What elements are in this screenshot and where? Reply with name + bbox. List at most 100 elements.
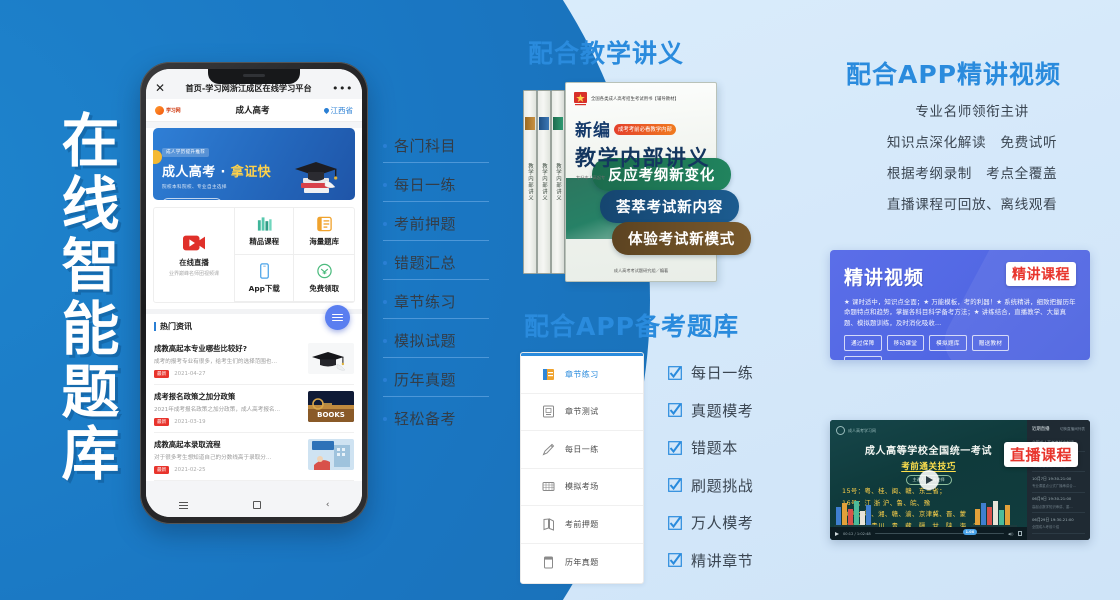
back-chevron-icon[interactable]: ‹ <box>326 500 330 510</box>
promo-graphic-root: 在线智能题库 ✕ 首页-学习网浙江成区在线学习平台 ••• 学习网 成人高考 江… <box>0 0 1120 600</box>
sidebar-switch[interactable]: 切换直播间列表 <box>1060 427 1085 432</box>
close-icon[interactable]: ✕ <box>155 82 165 94</box>
promo-course-card[interactable]: 精讲视频 精讲课程 ★ 课时适中，知识点全面；★ 万能模板，考的利器！★ 系统精… <box>830 250 1090 360</box>
book-pill-label: 荟萃考试新内容 <box>600 190 740 223</box>
bullet-dot-icon <box>383 182 387 187</box>
feature-label: 模拟试题 <box>394 332 457 350</box>
book-pill-label: 体验考试新模式 <box>612 222 752 255</box>
live-logo: 成人高考学习网 <box>836 426 876 435</box>
open-book-icon <box>543 517 554 531</box>
checkmark-icon <box>668 440 682 455</box>
logo-text: 成人高考学习网 <box>848 427 876 433</box>
schedule-row[interactable]: 10月7日 19:30-21:00 专业课重点公式广播串讲合… <box>1032 472 1085 493</box>
grid-item-qbank[interactable]: 海量题库 <box>294 208 354 255</box>
hot-news-title: 热门资讯 <box>160 322 192 331</box>
video-line: 根据考纲录制 考点全覆盖 <box>886 166 1058 182</box>
grid-item-live[interactable]: 在线直播 业界巅峰名师团视频课 <box>154 208 235 302</box>
menu-item-label: 模拟考场 <box>565 482 599 492</box>
feature-item: 轻松备考 <box>383 408 489 435</box>
news-date: 2021-03-19 <box>174 419 206 425</box>
list-item[interactable]: 成教高起本专业哪些比较好? 成考的报考专业有很多，给考生们的选择范围也… 最新 … <box>154 337 354 385</box>
cover-main-title: 教学内部讲义 <box>575 146 710 170</box>
grid-item-free[interactable]: 免费领取 <box>294 255 354 302</box>
quick-actions-grid: 在线直播 业界巅峰名师团视频课 精品课程 海量题库 App下载 免费领取 <box>153 207 355 303</box>
home-square-icon[interactable] <box>252 501 261 509</box>
checkmark-icon <box>668 553 682 568</box>
floating-menu-button[interactable] <box>325 305 350 330</box>
bullet-dot-icon <box>383 338 387 343</box>
document-icon <box>544 556 553 569</box>
svg-text:BOOKS: BOOKS <box>317 411 345 419</box>
chip[interactable]: 名师督学 <box>844 355 882 360</box>
live-video-player[interactable]: 成人高考学习网 成人高等学校全国统一考试 考前通关技巧 主讲人：教务老师 15号… <box>830 420 1027 540</box>
phone-mockup: ✕ 首页-学习网浙江成区在线学习平台 ••• 学习网 成人高考 江西省 成人学历… <box>140 62 368 524</box>
check-label: 万人模考 <box>691 514 754 533</box>
news-thumbnail <box>308 439 354 470</box>
check-label: 刷题挑战 <box>691 476 754 495</box>
appbar-title: 成人高考 <box>235 106 270 116</box>
volume-icon[interactable]: ◀)) <box>1008 532 1014 536</box>
fullscreen-icon[interactable] <box>1017 531 1022 536</box>
location-pin-icon <box>323 106 331 114</box>
news-title: 成教高起本专业哪些比较好? <box>154 344 247 353</box>
menu-item-mock-exam[interactable]: 模拟考场 <box>521 469 643 506</box>
news-title: 成教高起本录取流程 <box>154 440 221 449</box>
check-item: 错题本 <box>668 429 800 467</box>
news-desc: 成考的报考专业有很多，给考生们的选择范围也… <box>154 359 278 365</box>
news-desc: 2021年成考报名政策之加分政策，成人高考报名… <box>154 407 281 413</box>
play-button-icon[interactable] <box>918 470 939 490</box>
region-selector[interactable]: 江西省 <box>323 105 353 116</box>
progress-scrubber[interactable]: 1.0X <box>874 528 1004 535</box>
video-line: 知识点深化解读 免费试听 <box>886 135 1058 151</box>
banner-button[interactable]: 正规学历、学信网可查 <box>162 198 222 200</box>
menu-item-chapter-test[interactable]: 章节测试 <box>521 394 643 431</box>
sidebar-title: 近期直播 <box>1032 427 1050 432</box>
brand-logo: 学习网 <box>155 105 181 115</box>
menu-item-daily-practice[interactable]: 每日一练 <box>521 431 643 469</box>
video-controls[interactable]: 00:12 / 1:02:48 1.0X ◀)) <box>830 527 1027 540</box>
qbank-menu: 章节练习 章节测试 每日一练 模拟考场 考前押题 历年真题 <box>520 352 644 584</box>
row-time: 06月29日 19:30-21:00 <box>1032 516 1074 522</box>
feature-item: 模拟试题 <box>383 330 489 358</box>
list-item[interactable]: 成教高起本录取流程 对于很多考生想知道自己的分数线高于录取分… 最新 2021-… <box>154 433 354 481</box>
checkmark-icon <box>668 515 682 530</box>
news-date: 2021-02-25 <box>174 467 206 473</box>
list-item[interactable]: 成考报名政策之加分政策 2021年成考报名政策之加分政策，成人高考报名… 最新 … <box>154 385 354 433</box>
section-heading-qbank: 配合APP备考题库 <box>524 312 739 341</box>
phone-appbar: 学习网 成人高考 江西省 <box>146 99 362 122</box>
schedule-row[interactable]: 06月9日 19:30-21:00 高起点数学知识串讲、重… <box>1032 493 1085 513</box>
section-heading-books: 配合教学讲义 <box>528 39 685 68</box>
menu-item-past-papers[interactable]: 历年真题 <box>521 544 643 582</box>
schedule-row[interactable]: 06月29日 19:30-21:00 全国成人考前介绍 <box>1032 513 1085 534</box>
menu-item-chapter-practice[interactable]: 章节练习 <box>521 356 643 394</box>
feature-label: 每日一练 <box>394 176 457 194</box>
live-course-card[interactable]: 成人高考学习网 成人高等学校全国统一考试 考前通关技巧 主讲人：教务老师 15号… <box>830 420 1090 540</box>
speed-badge[interactable]: 1.0X <box>962 528 978 535</box>
grid-item-sub: 业界巅峰名师团视频课 <box>168 271 219 277</box>
checkmark-icon <box>668 365 682 380</box>
play-icon[interactable] <box>835 531 839 536</box>
feature-label: 章节练习 <box>394 293 457 311</box>
promo-banner[interactable]: 成人学历提升推荐 成人高考 · 拿证快 院校本科院校、专业自主选择 正规学历、学… <box>153 128 355 200</box>
grid-item-label: App下载 <box>248 284 280 293</box>
recent-apps-icon[interactable] <box>178 501 188 509</box>
test-paper-icon <box>543 405 554 418</box>
row-desc: 全国成人考前介绍 <box>1032 525 1060 529</box>
menu-item-label: 每日一练 <box>565 444 599 454</box>
menu-item-label: 章节测试 <box>565 407 599 417</box>
grid-item-courses[interactable]: 精品课程 <box>235 208 295 255</box>
video-time: 00:12 / 1:02:48 <box>843 531 871 536</box>
red-star-emblem-icon <box>574 92 587 106</box>
book-spine: 教学内部讲义 <box>551 90 565 274</box>
check-label: 错题本 <box>691 439 738 458</box>
grid-item-label: 在线直播 <box>179 258 209 267</box>
chip[interactable]: 通过保障 <box>844 334 882 351</box>
live-video-icon <box>183 233 205 253</box>
menu-item-exam-prediction[interactable]: 考前押题 <box>521 506 643 544</box>
more-dots-icon[interactable]: ••• <box>332 82 353 95</box>
grid-item-appdownload[interactable]: App下载 <box>235 255 295 302</box>
books-left-illustration <box>834 501 878 527</box>
bullet-dot-icon <box>383 416 387 421</box>
chip[interactable]: 移动课堂 <box>886 334 925 351</box>
menu-item-label: 章节练习 <box>565 369 599 379</box>
